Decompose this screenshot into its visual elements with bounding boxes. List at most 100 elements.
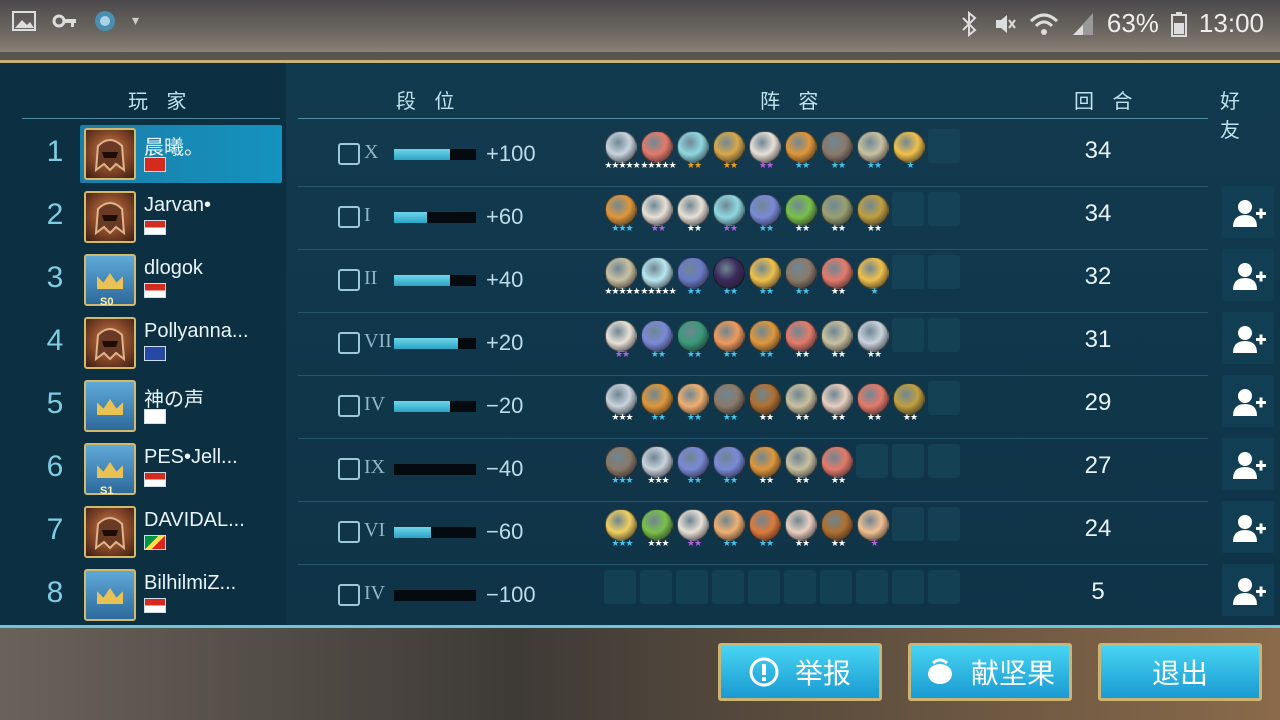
hero-unit[interactable]: ★★ — [640, 383, 673, 427]
add-friend-button[interactable] — [1222, 438, 1274, 490]
hero-unit[interactable]: ★★ — [712, 131, 745, 175]
exit-button[interactable]: 退出 — [1098, 643, 1262, 701]
hero-unit[interactable]: ★★ — [820, 446, 853, 490]
hero-unit[interactable]: ★★ — [784, 446, 817, 490]
add-friend-button[interactable] — [1222, 564, 1274, 616]
hero-unit[interactable]: ★★ — [640, 194, 673, 238]
avatar[interactable] — [84, 506, 136, 558]
hero-unit[interactable]: ★★★ — [604, 446, 637, 490]
add-friend-button[interactable] — [1222, 375, 1274, 427]
add-friend-button[interactable] — [1222, 249, 1274, 301]
hero-unit[interactable]: ★★ — [676, 257, 709, 301]
hero-unit[interactable]: ★★ — [712, 194, 745, 238]
hero-unit[interactable]: ★★ — [748, 320, 781, 364]
hero-portrait — [641, 320, 673, 352]
hero-unit[interactable]: ★ — [856, 509, 889, 553]
player-name[interactable]: DAVIDAL... — [144, 509, 245, 532]
hero-unit[interactable]: ★★ — [784, 509, 817, 553]
player-name[interactable]: BilhilmiZ... — [144, 572, 236, 595]
rank-progress-bar — [394, 464, 476, 475]
hero-unit[interactable]: ★★★ — [604, 383, 637, 427]
hero-portrait — [713, 320, 745, 352]
empty-slot — [928, 381, 960, 415]
add-friend-button[interactable] — [1222, 501, 1274, 553]
player-row[interactable]: 6 S1 PES•Jell... IX −40 ★★★ ★★★ ★★ ★★ ★★ ★★ ★★ 27 — [0, 438, 1280, 501]
hero-unit[interactable]: ★★ — [712, 257, 745, 301]
hero-unit[interactable]: ★ — [892, 131, 925, 175]
hero-unit[interactable]: ★★ — [856, 131, 889, 175]
hero-unit[interactable]: ★★ — [676, 194, 709, 238]
report-button[interactable]: 举报 — [718, 643, 882, 701]
hero-unit[interactable]: ★★ — [784, 383, 817, 427]
hero-unit[interactable]: ★★★ — [604, 194, 637, 238]
hero-unit[interactable]: ★★ — [676, 383, 709, 427]
hero-unit[interactable]: ★★ — [676, 446, 709, 490]
avatar[interactable] — [84, 128, 136, 180]
hero-unit[interactable]: ★★ — [820, 320, 853, 364]
hero-unit[interactable]: ★★ — [748, 131, 781, 175]
hero-unit[interactable]: ★★ — [748, 194, 781, 238]
hero-stars: ★★ — [794, 287, 810, 297]
player-name[interactable]: Pollyanna... — [144, 320, 249, 343]
hero-stars: ★★ — [866, 224, 882, 234]
player-name[interactable]: 晨曦。 — [144, 131, 204, 160]
hero-unit[interactable]: ★★ — [712, 446, 745, 490]
hero-unit[interactable]: ★★ — [676, 509, 709, 553]
avatar[interactable]: S0 — [84, 254, 136, 308]
player-row[interactable]: 3 S0 dlogok II +40 ★★★★★ ★★★★★ ★★ ★★ ★★ ★★ ★★ ★ 32 — [0, 249, 1280, 312]
player-row[interactable]: 2 Jarvan• I +60 ★★★ ★★ ★★ ★★ ★★ ★★ ★★ ★★ 34 — [0, 186, 1280, 249]
hero-unit[interactable]: ★★★ — [640, 509, 673, 553]
hero-unit[interactable]: ★★ — [820, 194, 853, 238]
hero-unit[interactable]: ★★★ — [640, 446, 673, 490]
hero-unit[interactable]: ★★ — [820, 131, 853, 175]
hero-unit[interactable]: ★★★★★ — [640, 257, 677, 301]
hero-unit[interactable]: ★★★★★ — [604, 257, 641, 301]
hero-unit[interactable]: ★★ — [784, 320, 817, 364]
hero-unit[interactable]: ★★ — [640, 320, 673, 364]
player-row[interactable]: 5 神の声 IV −20 ★★★ ★★ ★★ ★★ ★★ ★★ ★★ ★★ ★★ 29 — [0, 375, 1280, 438]
hero-unit[interactable]: ★★ — [820, 383, 853, 427]
hero-unit[interactable]: ★★ — [856, 383, 889, 427]
avatar[interactable] — [84, 380, 136, 432]
player-row[interactable]: 4 Pollyanna... VII +20 ★★ ★★ ★★ ★★ ★★ ★★ ★★ ★★ 31 — [0, 312, 1280, 375]
avatar[interactable] — [84, 191, 136, 243]
hero-unit[interactable]: ★★ — [856, 320, 889, 364]
hero-unit[interactable]: ★★ — [784, 257, 817, 301]
avatar[interactable] — [84, 569, 136, 621]
hero-unit[interactable]: ★★ — [748, 257, 781, 301]
hero-unit[interactable]: ★★ — [820, 509, 853, 553]
hero-unit[interactable]: ★★ — [748, 509, 781, 553]
player-name[interactable]: Jarvan• — [144, 194, 211, 217]
hero-unit[interactable]: ★★ — [676, 320, 709, 364]
results-panel: 玩 家 段 位 阵 容 回 合 好 友 1 晨曦。 X +100 ★★★★★ ★★★★★ ★… — [0, 60, 1280, 628]
hero-unit[interactable]: ★★ — [604, 320, 637, 364]
hero-unit[interactable]: ★★ — [856, 194, 889, 238]
add-friend-button[interactable] — [1222, 186, 1274, 238]
hero-unit[interactable]: ★★ — [748, 446, 781, 490]
player-row[interactable]: 7 DAVIDAL... VI −60 ★★★ ★★★ ★★ ★★ ★★ ★★ ★★ ★ 24 — [0, 501, 1280, 564]
hero-unit[interactable]: ★★ — [784, 131, 817, 175]
tier-level: IX — [364, 456, 386, 478]
hero-unit[interactable]: ★★★★★ — [604, 131, 641, 175]
hero-unit[interactable]: ★★★★★ — [640, 131, 677, 175]
hero-unit[interactable]: ★★ — [676, 131, 709, 175]
hero-unit[interactable]: ★★★ — [604, 509, 637, 553]
hero-unit[interactable]: ★★ — [712, 509, 745, 553]
hero-unit[interactable]: ★★ — [892, 383, 925, 427]
player-row[interactable]: 1 晨曦。 X +100 ★★★★★ ★★★★★ ★★ ★★ ★★ ★★ ★★ ★★ ★ 34 — [0, 123, 1280, 186]
country-flag — [144, 598, 166, 613]
avatar[interactable]: S1 — [84, 443, 136, 497]
player-name[interactable]: PES•Jell... — [144, 446, 238, 469]
avatar[interactable] — [84, 317, 136, 369]
gift-nuts-button[interactable]: 献坚果 — [908, 643, 1072, 701]
hero-unit[interactable]: ★★ — [712, 383, 745, 427]
hero-unit[interactable]: ★★ — [820, 257, 853, 301]
hero-unit[interactable]: ★★ — [784, 194, 817, 238]
hero-unit[interactable]: ★ — [856, 257, 889, 301]
hero-unit[interactable]: ★★ — [712, 320, 745, 364]
add-friend-button[interactable] — [1222, 312, 1274, 364]
player-name[interactable]: 神の声 — [144, 383, 204, 412]
player-row[interactable]: 8 BilhilmiZ... IV −100 5 — [0, 564, 1280, 627]
player-name[interactable]: dlogok — [144, 257, 203, 280]
hero-unit[interactable]: ★★ — [748, 383, 781, 427]
